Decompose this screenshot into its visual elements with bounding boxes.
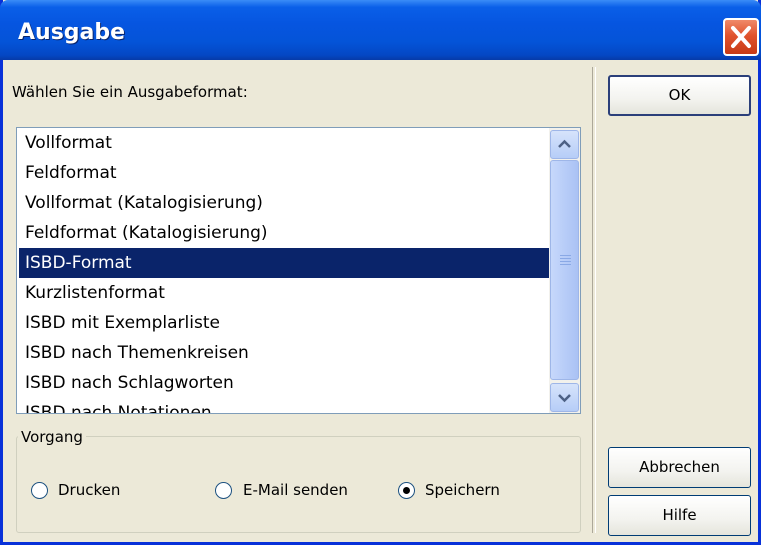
format-prompt-label: Wählen Sie ein Ausgabeformat: (12, 83, 248, 101)
list-item-isbd-notationen[interactable]: ISBD nach Notationen (19, 398, 549, 413)
list-item-isbd-schlagworten[interactable]: ISBD nach Schlagworten (19, 368, 549, 398)
close-icon (731, 26, 751, 48)
format-listbox[interactable]: Vollformat Feldformat Vollformat (Katalo… (16, 127, 581, 414)
ok-button[interactable]: OK (608, 75, 751, 116)
chevron-up-icon (558, 139, 571, 148)
list-item-kurzlistenformat[interactable]: Kurzlistenformat (19, 278, 549, 308)
list-item-isbd-themenkreisen[interactable]: ISBD nach Themenkreisen (19, 338, 549, 368)
radio-drucken[interactable] (31, 482, 48, 499)
cancel-button[interactable]: Abbrechen (608, 447, 751, 488)
scroll-thumb[interactable] (550, 160, 579, 380)
help-button[interactable]: Hilfe (608, 495, 751, 536)
vertical-divider (592, 67, 596, 533)
vorgang-group-label: Vorgang (18, 428, 86, 446)
list-item-feldformat[interactable]: Feldformat (19, 158, 549, 188)
list-item-vollformat-katalogisierung[interactable]: Vollformat (Katalogisierung) (19, 188, 549, 218)
title-bar[interactable]: Ausgabe (0, 0, 761, 60)
chevron-down-icon (558, 394, 571, 403)
radio-email-senden[interactable] (215, 482, 232, 499)
radio-selected-dot (403, 487, 410, 494)
list-item-feldformat-katalogisierung[interactable]: Feldformat (Katalogisierung) (19, 218, 549, 248)
window-title: Ausgabe (18, 20, 126, 45)
list-item-vollformat[interactable]: Vollformat (19, 128, 549, 158)
scroll-down-button[interactable] (550, 383, 579, 412)
radio-speichern[interactable] (398, 482, 415, 499)
list-item-isbd-format[interactable]: ISBD-Format (19, 248, 549, 278)
radio-label-email-senden[interactable]: E-Mail senden (243, 481, 348, 499)
close-button[interactable] (723, 18, 759, 56)
list-scrollbar[interactable] (549, 128, 580, 413)
radio-label-speichern[interactable]: Speichern (425, 481, 500, 499)
radio-label-drucken[interactable]: Drucken (58, 481, 120, 499)
list-item-isbd-exemplarliste[interactable]: ISBD mit Exemplarliste (19, 308, 549, 338)
scroll-up-button[interactable] (550, 130, 579, 159)
